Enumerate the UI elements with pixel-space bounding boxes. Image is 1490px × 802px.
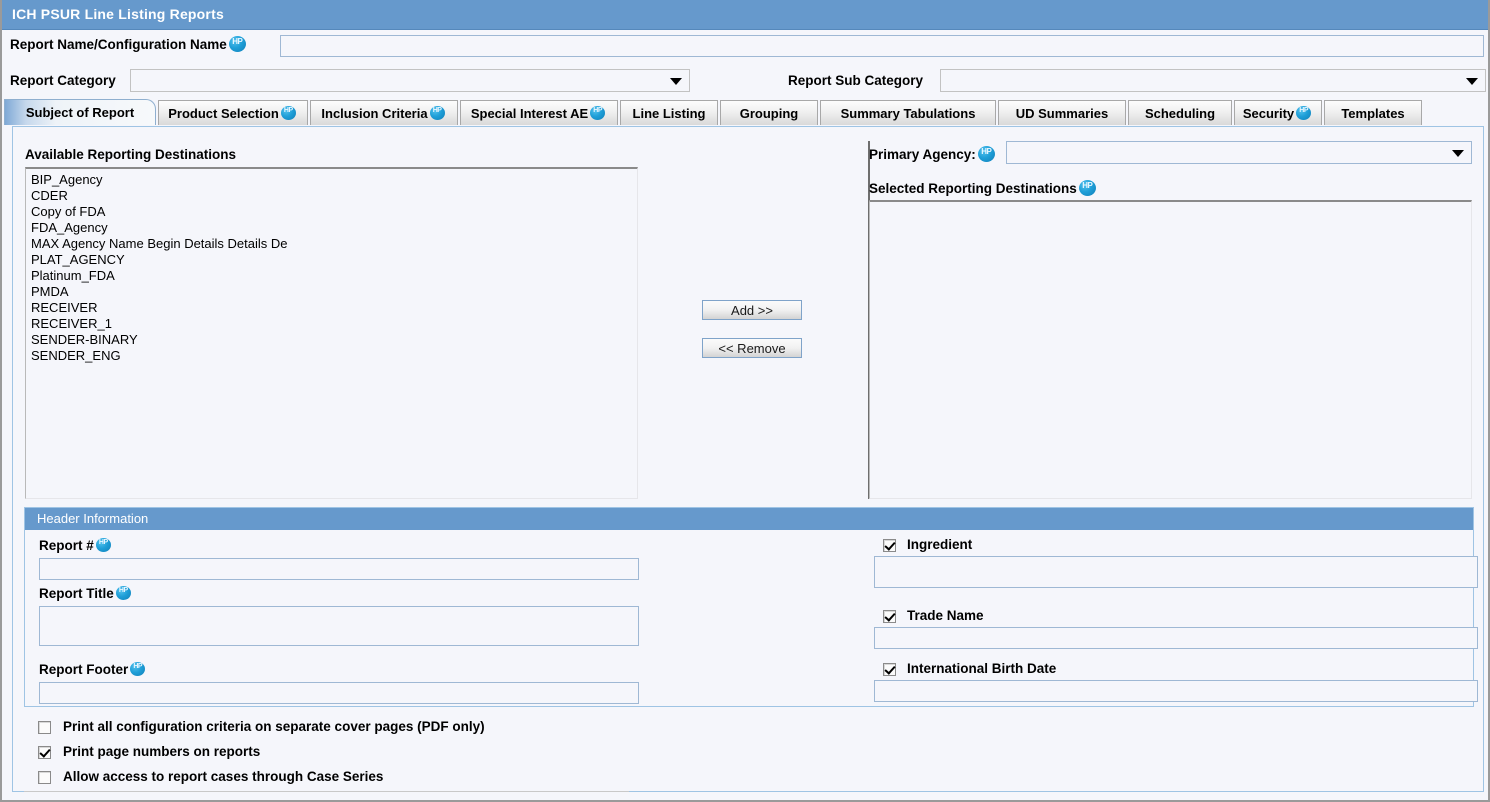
help-icon-report-number[interactable]: [95, 538, 111, 552]
option-checkbox-1[interactable]: [38, 746, 51, 759]
list-item[interactable]: PMDA: [26, 284, 637, 300]
tab-label: Templates: [1341, 105, 1405, 121]
report-number-label: Report #: [39, 538, 113, 553]
option-checkbox-2[interactable]: [38, 771, 51, 784]
tab-summary-tabulations[interactable]: Summary Tabulations: [820, 100, 996, 125]
list-item[interactable]: PLAT_AGENCY: [26, 252, 637, 268]
help-icon-report-footer[interactable]: [130, 662, 146, 676]
report-footer-label: Report Footer: [39, 662, 147, 677]
report-name-label: Report Name/Configuration Name: [10, 36, 248, 52]
trade-name-label: Trade Name: [907, 608, 984, 623]
primary-agency-label: Primary Agency:: [869, 146, 997, 162]
tab-security[interactable]: Security: [1234, 100, 1322, 125]
report-category-select[interactable]: [130, 69, 690, 92]
report-title-label: Report Title: [39, 586, 133, 601]
trade-name-input[interactable]: [874, 627, 1478, 649]
tab-label: Grouping: [739, 105, 799, 121]
header-information-bar: Header Information: [25, 508, 1473, 530]
ingredient-input[interactable]: [874, 556, 1478, 588]
list-item[interactable]: RECEIVER: [26, 300, 637, 316]
tab-label: Inclusion Criteria: [321, 105, 428, 121]
report-sub-category-select[interactable]: [940, 69, 1486, 92]
help-icon-primary-agency[interactable]: [977, 146, 995, 162]
tab-label: Security: [1242, 105, 1295, 121]
international-birth-date-input[interactable]: [874, 680, 1478, 702]
report-number-input[interactable]: [39, 558, 639, 580]
list-item[interactable]: Platinum_FDA: [26, 268, 637, 284]
available-reporting-destinations-list[interactable]: BIP_Agency CDER Copy of FDA FDA_Agency MAX A…: [25, 167, 638, 499]
help-icon-report-name[interactable]: [228, 36, 246, 52]
tab-label: Summary Tabulations: [840, 105, 976, 121]
ingredient-checkbox[interactable]: [883, 539, 896, 552]
help-icon-tab[interactable]: [429, 106, 445, 120]
list-item[interactable]: SENDER_ENG: [26, 348, 637, 364]
tab-special-interest-ae[interactable]: Special Interest AE: [460, 100, 618, 125]
help-icon-tab[interactable]: [1296, 106, 1312, 120]
international-birth-date-checkbox[interactable]: [883, 663, 896, 676]
tab-scheduling[interactable]: Scheduling: [1128, 100, 1232, 125]
option-label-0: Print all configuration criteria on sepa…: [63, 719, 485, 734]
window-title-bar: ICH PSUR Line Listing Reports: [2, 0, 1488, 30]
report-category-label: Report Category: [10, 73, 116, 88]
tab-label: Special Interest AE: [470, 105, 589, 121]
tab-label: Product Selection: [168, 105, 279, 121]
tab-line-listing[interactable]: Line Listing: [620, 100, 718, 125]
header-information-title: Header Information: [37, 511, 149, 526]
list-item[interactable]: CDER: [26, 188, 637, 204]
help-icon-tab[interactable]: [280, 106, 296, 120]
window-title: ICH PSUR Line Listing Reports: [12, 6, 224, 22]
ich-psur-line-listing-window: ICH PSUR Line Listing Reports Report Nam…: [0, 0, 1490, 802]
ingredient-label: Ingredient: [907, 537, 973, 552]
available-reporting-destinations-label: Available Reporting Destinations: [25, 147, 237, 162]
add-button[interactable]: Add >>: [702, 300, 802, 320]
list-item[interactable]: MAX Agency Name Begin Details Details De: [26, 236, 637, 252]
options-divider: [24, 791, 629, 792]
tab-inclusion-criteria[interactable]: Inclusion Criteria: [310, 100, 458, 125]
tab-label: Scheduling: [1144, 105, 1216, 121]
tab-label: Line Listing: [632, 105, 706, 121]
tab-ud-summaries[interactable]: UD Summaries: [998, 100, 1126, 125]
subject-of-report-panel: Available Reporting Destinations BIP_Age…: [12, 126, 1484, 792]
list-item[interactable]: Copy of FDA: [26, 204, 637, 220]
list-item[interactable]: RECEIVER_1: [26, 316, 637, 332]
report-sub-category-label: Report Sub Category: [788, 73, 924, 88]
report-footer-input[interactable]: [39, 682, 639, 704]
chevron-down-icon-primary-agency: [1452, 149, 1464, 157]
report-name-input[interactable]: [280, 35, 1484, 57]
option-label-2: Allow access to report cases through Cas…: [63, 769, 384, 784]
tab-label: UD Summaries: [1015, 105, 1109, 121]
option-label-1: Print page numbers on reports: [63, 744, 261, 759]
international-birth-date-label: International Birth Date: [907, 661, 1057, 676]
help-icon-tab[interactable]: [590, 106, 606, 120]
trade-name-checkbox[interactable]: [883, 610, 896, 623]
chevron-down-icon-sub-category: [1466, 77, 1478, 85]
option-checkbox-0[interactable]: [38, 721, 51, 734]
help-icon-selected-destinations[interactable]: [1078, 180, 1096, 196]
help-icon-report-title[interactable]: [115, 586, 131, 600]
list-item[interactable]: SENDER-BINARY: [26, 332, 637, 348]
selected-reporting-destinations-label: Selected Reporting Destinations: [869, 180, 1098, 196]
tab-templates[interactable]: Templates: [1324, 100, 1422, 125]
selected-reporting-destinations-list[interactable]: [869, 200, 1472, 499]
list-item[interactable]: BIP_Agency: [26, 172, 637, 188]
tab-subject-of-report[interactable]: Subject of Report: [4, 99, 156, 125]
tab-product-selection[interactable]: Product Selection: [158, 100, 308, 125]
chevron-down-icon-category: [670, 77, 682, 85]
tab-grouping[interactable]: Grouping: [720, 100, 818, 125]
remove-button[interactable]: << Remove: [702, 338, 802, 358]
primary-agency-select[interactable]: [1006, 141, 1472, 164]
tab-bar: Subject of Report Product Selection Inclus…: [2, 99, 1488, 126]
report-title-input[interactable]: [39, 606, 639, 646]
tab-label: Subject of Report: [25, 105, 135, 120]
header-information-section: Header Information Report # Report Title…: [24, 507, 1478, 707]
list-item[interactable]: FDA_Agency: [26, 220, 637, 236]
